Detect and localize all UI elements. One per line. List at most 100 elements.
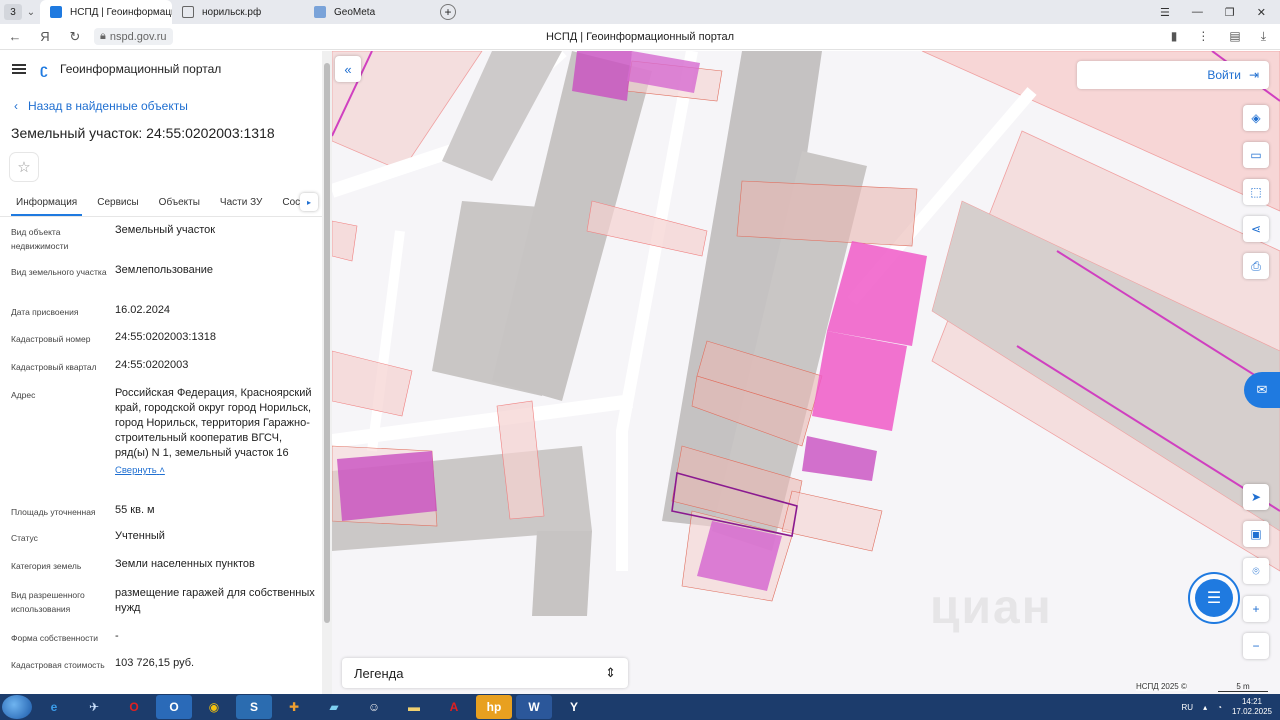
opera-icon[interactable]: O xyxy=(116,695,152,719)
map-parcel xyxy=(332,220,358,262)
yandex-icon[interactable]: Я xyxy=(30,29,60,44)
tabs-scroll-right-button[interactable]: ▸ xyxy=(300,193,318,211)
app-title: Геоинформационный портал xyxy=(60,62,222,76)
location-pin-icon: ⌾ xyxy=(1252,563,1260,578)
attribute-row: Форма собственности - xyxy=(11,629,322,656)
tab-information[interactable]: Информация xyxy=(11,191,83,216)
browser-tab-nspd[interactable]: НСПД | Геоинформацио ✕ xyxy=(40,0,172,24)
print-button[interactable]: ⎙ xyxy=(1243,253,1269,279)
chrome-icon[interactable]: ◉ xyxy=(196,695,232,719)
attribute-row: Категория земель Земли населенных пункто… xyxy=(11,557,322,586)
back-to-results-link[interactable]: ‹ Назад в найденные объекты xyxy=(0,99,322,113)
locate-button[interactable]: ➤ xyxy=(1243,484,1269,510)
bookmark-icon[interactable]: ▮ xyxy=(1171,29,1178,44)
attribute-label: Кадастровый квартал xyxy=(11,362,97,372)
taskbar-clock[interactable]: 14:21 17.02.2025 xyxy=(1232,697,1272,717)
volume-icon[interactable]: ◔ xyxy=(1217,703,1222,712)
page-title: НСПД | Геоинформационный портал xyxy=(545,30,735,43)
start-button[interactable] xyxy=(2,695,32,719)
panel-scrollbar[interactable] xyxy=(322,51,332,694)
login-label: Войти xyxy=(1207,68,1241,82)
yandex-browser-icon[interactable]: Y xyxy=(556,695,592,719)
login-icon: ⇥ xyxy=(1248,68,1259,82)
map-parcel xyxy=(332,350,413,417)
attribute-value: Землепользование xyxy=(115,264,214,276)
map-canvas[interactable] xyxy=(332,51,1280,694)
reload-icon[interactable]: ↻ xyxy=(60,29,90,45)
tab-land-parts[interactable]: Части ЗУ xyxy=(220,191,262,216)
acrobat-icon[interactable]: A xyxy=(436,695,472,719)
tab-count-button[interactable]: 3 xyxy=(4,4,22,20)
address-value-block: Российская Федерация, Красноярский край,… xyxy=(115,386,315,503)
legend-dropdown[interactable]: Легенда ⇕ xyxy=(342,658,628,688)
geometa-icon xyxy=(314,6,326,18)
favorite-star-button[interactable]: ☆ xyxy=(10,153,38,181)
attribute-value: 16.02.2024 xyxy=(115,304,171,316)
system-tray: RU ▴ ◔ 14:21 17.02.2025 xyxy=(1182,697,1280,717)
restore-icon[interactable]: ❐ xyxy=(1225,6,1235,19)
tab-label: GeoMeta xyxy=(334,6,376,18)
watermark: циан xyxy=(930,581,1053,634)
tab-objects[interactable]: Объекты xyxy=(159,191,200,216)
share-button[interactable]: ⋖ xyxy=(1243,216,1269,242)
object-title: Земельный участок: 24:55:0202003:1318 xyxy=(11,125,275,141)
internet-explorer-icon[interactable]: e xyxy=(36,695,72,719)
puzzle-app-icon[interactable]: ✚ xyxy=(276,695,312,719)
back-label: Назад в найденные объекты xyxy=(28,99,188,113)
hamburger-menu-icon[interactable] xyxy=(12,64,26,74)
reader-icon[interactable]: ▤ xyxy=(1229,29,1240,44)
chat-button[interactable]: ☰ xyxy=(1188,572,1240,624)
language-indicator[interactable]: RU xyxy=(1182,703,1194,712)
map-parcel-highlight xyxy=(812,331,907,431)
tray-arrow-icon[interactable]: ▴ xyxy=(1203,703,1207,712)
book-app-icon[interactable]: ▰ xyxy=(316,695,352,719)
zoom-out-button[interactable]: − xyxy=(1243,633,1269,659)
lock-icon: 🔒︎ xyxy=(100,30,106,42)
more-icon[interactable]: ⋮ xyxy=(1197,29,1209,44)
skype-icon[interactable]: S xyxy=(236,695,272,719)
map-road xyxy=(367,230,405,452)
login-button[interactable]: Войти ⇥ xyxy=(1077,61,1269,89)
zoom-in-button[interactable]: + xyxy=(1243,596,1269,622)
file-explorer-icon[interactable]: ▬ xyxy=(396,695,432,719)
browser-tab-geometa[interactable]: GeoMeta xyxy=(304,0,436,24)
hp-icon[interactable]: hp xyxy=(476,695,512,719)
measure-button[interactable]: ▭ xyxy=(1243,142,1269,168)
nspd-favicon-icon xyxy=(50,6,62,18)
layers-button[interactable]: ◈ xyxy=(1243,105,1269,131)
geolocation-button[interactable]: ⌾ xyxy=(1243,558,1269,584)
attribute-label: Вид объекта недвижимости xyxy=(11,227,69,251)
outlook-icon[interactable]: O xyxy=(156,695,192,719)
scrollbar-thumb[interactable] xyxy=(324,63,330,623)
collapse-link[interactable]: Свернуть ˄ xyxy=(115,463,165,478)
close-window-icon[interactable]: ✕ xyxy=(1257,6,1266,19)
bird-app-icon[interactable]: ✈ xyxy=(76,695,112,719)
feedback-tab-button[interactable]: ✉ xyxy=(1244,372,1280,408)
menu-icon[interactable]: ☰ xyxy=(1160,6,1170,19)
word-icon[interactable]: W xyxy=(516,695,552,719)
attribute-label: Адрес xyxy=(11,390,36,400)
download-icon[interactable]: ⤓ xyxy=(1261,29,1266,44)
back-arrow-icon[interactable]: ← xyxy=(0,29,30,44)
attribute-label: Дата присвоения xyxy=(11,307,79,317)
map-building xyxy=(532,531,592,616)
basemap-button[interactable]: ▣ xyxy=(1243,521,1269,547)
map-parcel xyxy=(781,490,883,552)
tab-services[interactable]: Сервисы xyxy=(97,191,138,216)
new-tab-button[interactable]: + xyxy=(440,4,456,20)
chevron-left-icon: ‹ xyxy=(14,99,18,113)
select-area-button[interactable]: ⬚ xyxy=(1243,179,1269,205)
tab-label: НСПД | Геоинформацио xyxy=(70,6,172,18)
attribute-row: Площадь уточненная 55 кв. м xyxy=(11,503,322,529)
user-app-icon[interactable]: ☺ xyxy=(356,695,392,719)
minimize-icon[interactable]: — xyxy=(1192,6,1203,19)
plus-icon: + xyxy=(1252,602,1260,616)
chevron-down-icon[interactable]: ⌄ xyxy=(22,7,40,18)
browser-tab-norilsk[interactable]: норильск.рф xyxy=(172,0,304,24)
clock-date: 17.02.2025 xyxy=(1231,707,1272,716)
address-bar-tools: ▮ ⋮ ▤ ⤓ xyxy=(1171,29,1280,44)
url-field[interactable]: 🔒︎ nspd.gov.ru xyxy=(94,28,173,45)
browser-tabbar: 3 ⌄ НСПД | Геоинформацио ✕ норильск.рф G… xyxy=(0,0,1280,24)
chevron-up-icon: ˄ xyxy=(159,465,165,476)
collapse-panel-button[interactable]: « xyxy=(335,56,361,82)
